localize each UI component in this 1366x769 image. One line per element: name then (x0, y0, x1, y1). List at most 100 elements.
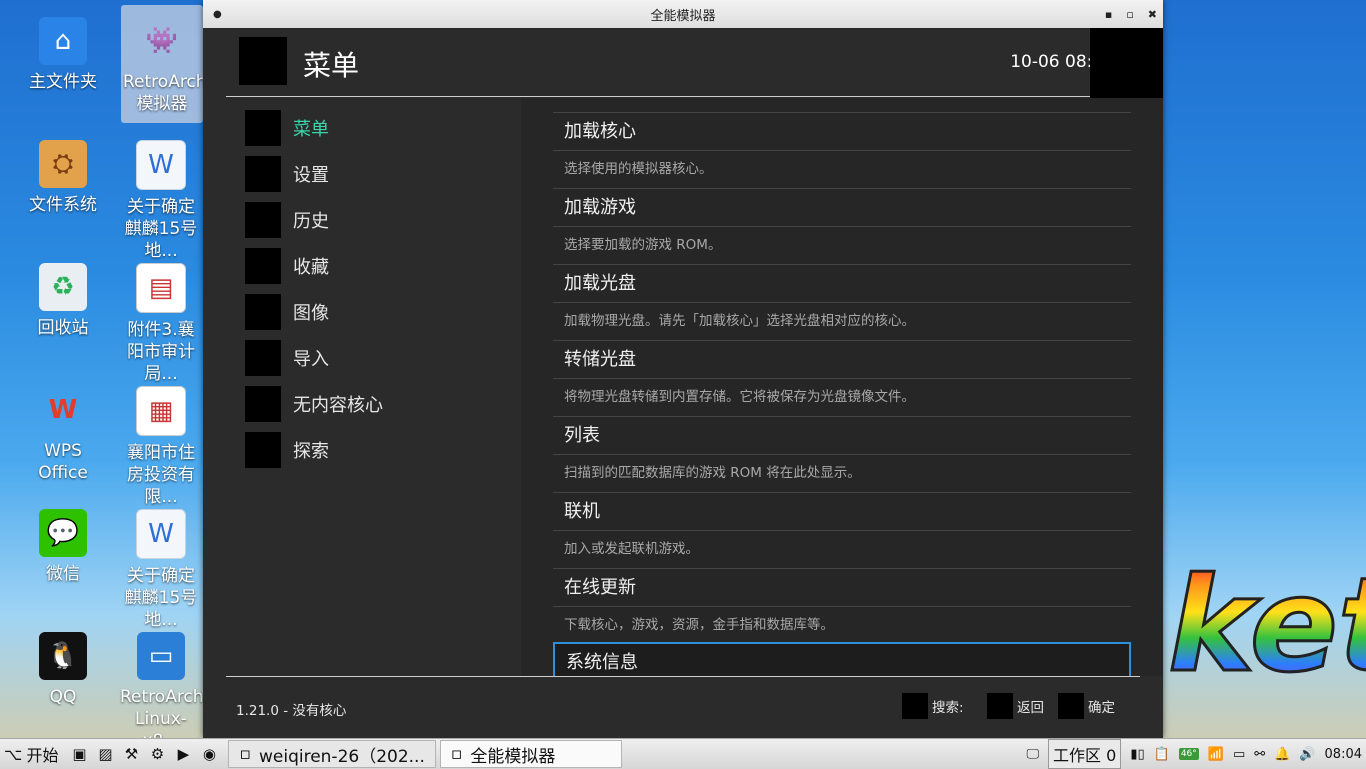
sidebar-item-label: 探索 (293, 441, 329, 462)
sidebar-item-explore[interactable]: 探索 (245, 432, 329, 468)
main-menu-icon (239, 37, 287, 85)
cpu-monitor-icon[interactable]: ▮▯ (1130, 747, 1144, 762)
clipboard-icon[interactable]: 📋 (1154, 747, 1170, 762)
desktop-icon-doc-3[interactable]: ▦ 襄阳市住房投资有限... (118, 374, 204, 512)
qq-penguin-icon: 🐧 (39, 632, 87, 680)
taskbar-item-weiqiren[interactable]: ▫ weiqiren-26（202... (228, 740, 436, 768)
desktop-icon-recycle-bin[interactable]: ♻ 回收站 (15, 251, 111, 343)
menu-entry-description: 将物理光盘转储到内置存储。它将被保存为光盘镜像文件。 (564, 389, 915, 405)
menu-entry-dump-disc[interactable]: 转储光盘 将物理光盘转储到内置存储。它将被保存为光盘镜像文件。 (553, 340, 1131, 416)
taskbar-item-emulator[interactable]: ▫ 全能模拟器 (439, 740, 622, 768)
menu-entry-title: 联机 (553, 492, 1131, 531)
show-desktop-icon[interactable]: ▣ (70, 745, 88, 763)
menu-entry-online-updater[interactable]: 在线更新 下载核心，游戏，资源，金手指和数据库等。 (553, 568, 1131, 644)
hint-confirm[interactable]: 确定 (1058, 693, 1115, 719)
sidebar-item-label: 收藏 (293, 257, 329, 278)
media-player-icon[interactable]: ▶ (174, 745, 192, 763)
minimize-icon[interactable]: ▪ (1105, 8, 1112, 21)
wifi-icon[interactable]: 📶 (1208, 747, 1224, 762)
corner-block (1090, 28, 1163, 99)
explore-icon (245, 432, 281, 468)
settings-icon[interactable]: ⚙ (148, 745, 166, 763)
desktop-icon-qq[interactable]: 🐧 QQ (15, 620, 111, 712)
wallpaper-rainbow-text: ket (1166, 559, 1366, 692)
browser-icon[interactable]: ◉ (200, 745, 218, 763)
window-icon: ▫ (239, 744, 251, 764)
favorites-icon (245, 248, 281, 284)
task-label: weiqiren-26（202... (258, 746, 425, 767)
start-button[interactable]: ⌥ 开始 (0, 742, 64, 766)
workspace-switcher[interactable]: 工作区 0 (1048, 739, 1122, 769)
desktop-icon-wps[interactable]: W WPS Office (15, 374, 111, 488)
pdf-document-icon: ▤ (136, 263, 186, 313)
main-menu-icon (245, 110, 281, 146)
retroarch-ui: 菜单 10-06 08:04 菜单 设置 历史 收藏 图像 导入 无内容核心 探… (203, 28, 1163, 738)
menu-entry-netplay[interactable]: 联机 加入或发起联机游戏。 (553, 492, 1131, 568)
hint-search[interactable]: 搜索: (902, 693, 964, 719)
desktop-icon-retroarch-folder[interactable]: ▭ RetroArch Linux-x8... (118, 620, 204, 756)
menu-entry-playlists[interactable]: 列表 扫描到的匹配数据库的游戏 ROM 将在此处显示。 (553, 416, 1131, 492)
desktop-icon-doc-2[interactable]: ▤ 附件3.襄阳市审计局... (118, 251, 204, 389)
desktop-icon-doc-1[interactable]: W 关于确定麒麟15号地... (118, 128, 204, 266)
desktop-icon-label: 主文件夹 (29, 72, 97, 92)
desktop-icon-label: 文件系统 (29, 195, 97, 215)
tools-icon[interactable]: ⚒ (122, 745, 140, 763)
close-icon[interactable]: ✖ (1148, 8, 1157, 21)
notification-bell-icon[interactable]: 🔔 (1274, 747, 1290, 762)
menu-entry-description: 下载核心，游戏，资源，金手指和数据库等。 (564, 617, 834, 633)
window-titlebar[interactable]: ● 全能模拟器 ▪ ▫ ✖ (203, 0, 1163, 29)
desktop-icon-filesystem[interactable]: ⛭ 文件系统 (15, 128, 111, 220)
menu-entry-description: 加载物理光盘。请先「加载核心」选择光盘相对应的核心。 (564, 313, 915, 329)
screen-icon[interactable]: ▭ (1233, 747, 1245, 762)
menu-entry-system-information[interactable]: 系统信息 (553, 642, 1131, 676)
desktop-icon-doc-4[interactable]: W 关于确定麒麟15号地... (118, 497, 204, 635)
desktop-icon-label: 微信 (46, 564, 80, 584)
menu-entry-description: 选择要加载的游戏 ROM。 (564, 237, 722, 253)
back-button-icon (987, 693, 1013, 719)
sidebar-item-label: 历史 (293, 211, 329, 232)
menu-entry-load-core[interactable]: 加载核心 选择使用的模拟器核心。 (553, 112, 1131, 188)
menu-entry-load-disc[interactable]: 加载光盘 加载物理光盘。请先「加载核心」选择光盘相对应的核心。 (553, 264, 1131, 340)
sidebar-item-images[interactable]: 图像 (245, 294, 329, 330)
home-folder-icon: ⌂ (39, 17, 87, 65)
desktop-icon-wechat[interactable]: 💬 微信 (15, 497, 111, 589)
image-viewer-icon[interactable]: ▨ (96, 745, 114, 763)
taskbar: ⌥ 开始 ▣ ▨ ⚒ ⚙ ▶ ◉ ▫ weiqiren-26（202... ▫ … (0, 738, 1366, 769)
sidebar-item-import[interactable]: 导入 (245, 340, 329, 376)
hint-label: 搜索: (932, 700, 964, 716)
window-icon: ▫ (450, 744, 463, 764)
maximize-icon[interactable]: ▫ (1126, 8, 1133, 21)
page-title: 菜单 (303, 49, 360, 82)
images-icon (245, 294, 281, 330)
temperature-badge[interactable]: 46° (1178, 748, 1199, 760)
window-title: 全能模拟器 (650, 8, 716, 24)
hint-back[interactable]: 返回 (987, 693, 1044, 719)
ra-menu-list: 加载核心 选择使用的模拟器核心。 加载游戏 选择要加载的游戏 ROM。 加载光盘… (521, 98, 1163, 676)
settings-icon (245, 156, 281, 192)
sidebar-item-label: 菜单 (293, 119, 329, 140)
confirm-button-icon (1058, 693, 1084, 719)
terminal-icon: ⌥ (4, 744, 23, 764)
network-icon[interactable]: ⚯ (1254, 747, 1265, 762)
folder-icon: ▭ (137, 632, 185, 680)
menu-entry-title: 加载游戏 (553, 188, 1131, 227)
sidebar-item-settings[interactable]: 设置 (245, 156, 329, 192)
hint-label: 返回 (1017, 700, 1044, 716)
sidebar-item-favorites[interactable]: 收藏 (245, 248, 329, 284)
menu-entry-load-content[interactable]: 加载游戏 选择要加载的游戏 ROM。 (553, 188, 1131, 264)
tray-clock[interactable]: 08:04 (1325, 747, 1362, 762)
menu-entry-description: 加入或发起联机游戏。 (564, 541, 699, 557)
menu-entry-title: 在线更新 (553, 568, 1131, 607)
desktop-icon-label: 回收站 (37, 318, 89, 338)
sidebar-item-contentless-cores[interactable]: 无内容核心 (245, 386, 383, 422)
volume-icon[interactable]: 🔊 (1299, 747, 1315, 762)
sidebar-item-history[interactable]: 历史 (245, 202, 329, 238)
sidebar-item-label: 设置 (293, 165, 329, 186)
ra-header: 菜单 10-06 08:04 (226, 28, 1114, 97)
desktop-icon-retroarch[interactable]: 👾 RetroArch 模拟器 (121, 5, 207, 123)
sidebar-item-main-menu[interactable]: 菜单 (245, 110, 329, 146)
desktop-icon-home-folder[interactable]: ⌂ 主文件夹 (15, 5, 111, 97)
monitor-icon[interactable]: 🖵 (1026, 747, 1039, 762)
core-icon (245, 386, 281, 422)
menu-entry-title: 加载核心 (553, 112, 1131, 151)
